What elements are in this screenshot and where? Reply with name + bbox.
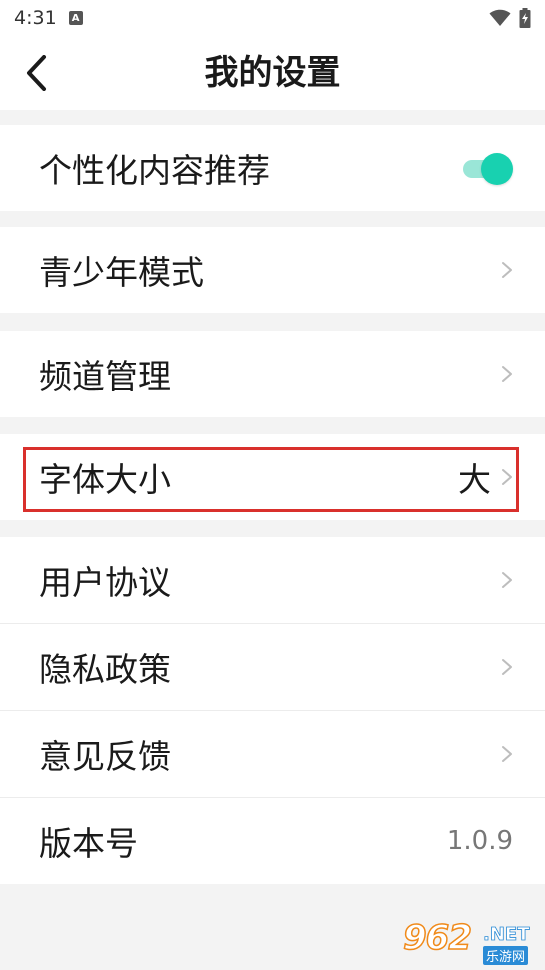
youth-mode-row[interactable]: 青少年模式	[0, 227, 545, 313]
status-time: 4:31	[14, 7, 57, 29]
settings-group-youth: 青少年模式	[0, 227, 545, 313]
user-agreement-row[interactable]: 用户协议	[0, 537, 545, 623]
privacy-policy-row[interactable]: 隐私政策	[0, 624, 545, 710]
title-bar: 我的设置	[0, 36, 545, 110]
version-row: 版本号 1.0.9	[0, 798, 545, 884]
battery-charging-icon	[519, 8, 531, 28]
font-size-value: 大	[458, 460, 491, 499]
toggle-thumb	[481, 153, 513, 185]
channel-manage-label: 频道管理	[39, 357, 171, 396]
watermark-logo-number: 962	[402, 917, 472, 959]
font-size-row[interactable]: 字体大小 大	[0, 434, 545, 520]
settings-group-channel: 频道管理	[0, 331, 545, 417]
chevron-right-icon	[502, 572, 512, 588]
chevron-right-icon	[502, 469, 512, 485]
personalized-recommendation-toggle[interactable]	[463, 152, 513, 185]
font-size-label: 字体大小	[39, 460, 171, 499]
wifi-icon	[489, 9, 511, 26]
watermark-logo: 962 .NET 乐游网	[402, 917, 539, 966]
watermark-logo-net: .NET	[483, 924, 530, 946]
version-value: 1.0.9	[446, 826, 513, 856]
chevron-right-icon	[502, 746, 512, 762]
privacy-policy-label: 隐私政策	[39, 650, 171, 689]
version-label: 版本号	[39, 824, 138, 863]
a-letter-icon: A	[68, 11, 83, 25]
chevron-right-icon	[502, 659, 512, 675]
personalized-recommendation-label: 个性化内容推荐	[39, 151, 270, 190]
settings-group-font: 字体大小 大	[0, 434, 545, 520]
user-agreement-label: 用户协议	[39, 563, 171, 602]
chevron-left-icon	[27, 55, 46, 91]
page-title: 我的设置	[204, 53, 341, 93]
feedback-label: 意见反馈	[39, 737, 171, 776]
channel-manage-row[interactable]: 频道管理	[0, 331, 545, 417]
watermark-logo-sub: 乐游网	[483, 946, 529, 965]
chevron-right-icon	[502, 366, 512, 382]
status-icons	[489, 8, 531, 28]
settings-group-about: 用户协议 隐私政策 意见反馈 版本号 1.0.9	[0, 537, 545, 884]
personalized-recommendation-row: 个性化内容推荐	[0, 125, 545, 211]
chevron-right-icon	[502, 262, 512, 278]
youth-mode-label: 青少年模式	[39, 253, 204, 292]
back-button[interactable]	[14, 50, 58, 96]
feedback-row[interactable]: 意见反馈	[0, 711, 545, 797]
status-bar: 4:31 A	[0, 0, 545, 36]
settings-group-personalization: 个性化内容推荐	[0, 125, 545, 211]
